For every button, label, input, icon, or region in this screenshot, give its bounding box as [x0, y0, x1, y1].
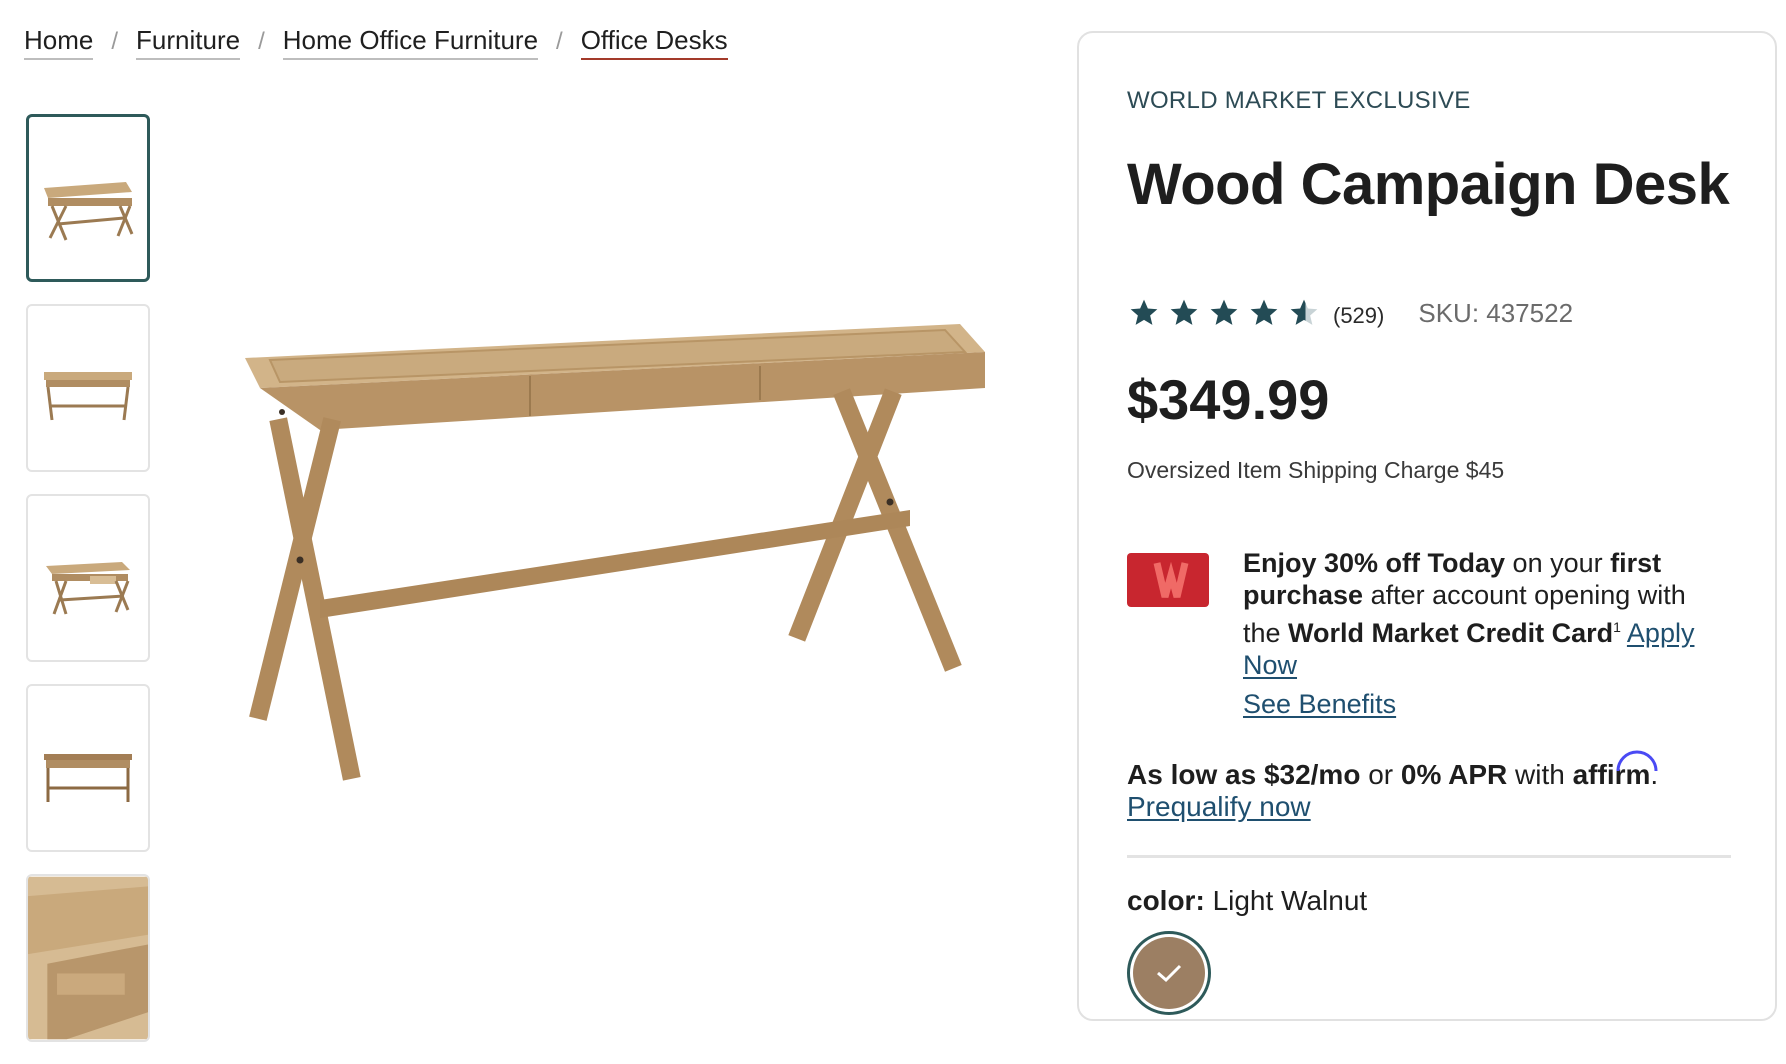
star-icon: [1170, 299, 1198, 325]
thumbnail-5[interactable]: [26, 874, 150, 1042]
monthly-payment: As low as $32/mo: [1127, 759, 1361, 790]
breadcrumb-home-office-furniture[interactable]: Home Office Furniture: [282, 24, 539, 60]
thumbnail-1[interactable]: [26, 114, 150, 282]
desk-detail-thumbnail: [28, 876, 148, 1040]
desk-front-angle-thumbnail: [44, 182, 134, 241]
breadcrumb-separator: /: [556, 28, 563, 55]
financing-text: or: [1360, 759, 1401, 790]
promo-footnote: 1: [1613, 619, 1621, 635]
half-star-icon: [1290, 299, 1318, 325]
shipping-charge: Oversized Item Shipping Charge $45: [1127, 457, 1505, 483]
desk-front-thumbnail: [44, 754, 132, 802]
color-label-key: color:: [1127, 885, 1205, 916]
star-icon: [1250, 299, 1278, 325]
promo-offer: Enjoy 30% off Today: [1243, 548, 1506, 578]
product-price: $349.99: [1127, 368, 1330, 431]
sku-label: SKU: 437522: [1418, 297, 1574, 328]
review-count-link[interactable]: (529): [1333, 303, 1384, 329]
product-title: Wood Campaign Desk: [1127, 152, 1730, 217]
promo-card-name: World Market Credit Card: [1288, 618, 1614, 648]
financing-text: with: [1507, 759, 1573, 790]
promo-text: Enjoy 30% off Today on your first purcha…: [1243, 547, 1729, 681]
color-swatch-light-walnut[interactable]: [1127, 931, 1211, 1015]
breadcrumb-office-desks[interactable]: Office Desks: [580, 24, 728, 60]
divider: [1127, 855, 1731, 858]
desk-drawer-open-thumbnail: [46, 562, 130, 615]
affirm-arc-icon: [1616, 750, 1658, 772]
breadcrumb-home[interactable]: Home: [24, 24, 94, 60]
financing-info: As low as $32/mo or 0% APR with affirm. …: [1127, 750, 1747, 823]
rating-row: (529) SKU: 437522: [1127, 297, 1573, 329]
swatch-fill: [1133, 937, 1205, 1009]
exclusive-label: WORLD MARKET EXCLUSIVE: [1127, 87, 1471, 114]
apr-label: 0% APR: [1400, 759, 1508, 790]
see-benefits-link[interactable]: See Benefits: [1243, 689, 1396, 720]
color-value: Light Walnut: [1212, 885, 1368, 916]
breadcrumb: Home / Furniture / Home Office Furniture…: [24, 24, 728, 60]
star-icon: [1130, 299, 1158, 325]
thumbnail-3[interactable]: [26, 494, 150, 662]
checkmark-icon: [1157, 964, 1182, 983]
color-label: color: Light Walnut: [1127, 885, 1367, 917]
prequalify-link[interactable]: Prequalify now: [1127, 791, 1311, 822]
breadcrumb-separator: /: [111, 28, 119, 55]
thumbnail-list: [26, 114, 152, 1064]
star-icon: [1210, 299, 1238, 325]
product-info-panel: WORLD MARKET EXCLUSIVE Wood Campaign Des…: [1077, 31, 1777, 1021]
world-market-card-icon: [1127, 553, 1209, 607]
breadcrumb-furniture[interactable]: Furniture: [136, 24, 241, 60]
wood-campaign-desk-image: [245, 324, 985, 781]
breadcrumb-separator: /: [258, 28, 265, 55]
thumbnail-2[interactable]: [26, 304, 150, 472]
promo-text-part: on your: [1505, 548, 1611, 578]
star-rating[interactable]: [1127, 297, 1321, 329]
affirm-logo: affirm: [1573, 750, 1658, 791]
thumbnail-4[interactable]: [26, 684, 150, 852]
desk-front-thumbnail: [44, 372, 132, 421]
